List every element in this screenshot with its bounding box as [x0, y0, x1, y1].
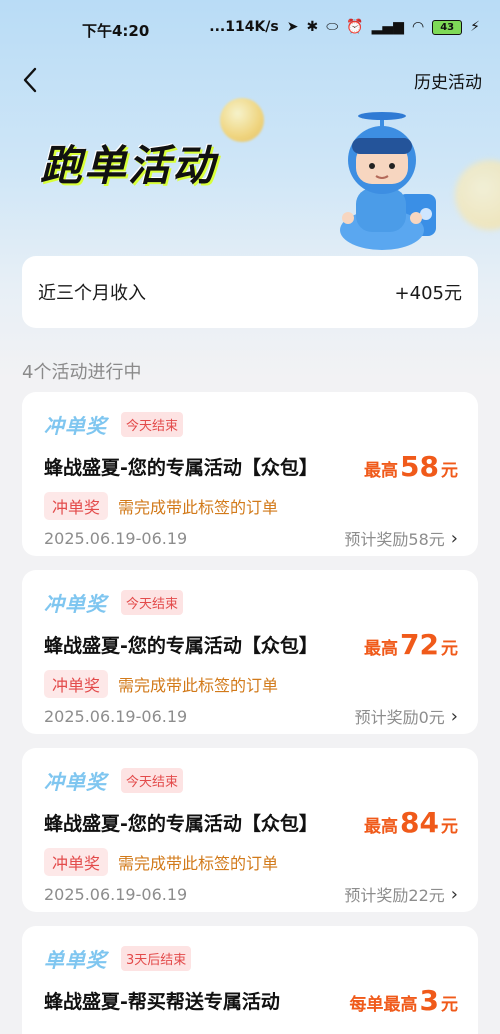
estimate-text: 预计奖励58元	[344, 530, 445, 549]
requirement-text: 需完成带此标签的订单	[118, 854, 279, 873]
activity-title: 蜂战盛夏-您的专属活动【众包】	[44, 813, 318, 835]
reward-prefix: 每单最高	[349, 995, 418, 1015]
activity-title: 蜂战盛夏-您的专属活动【众包】	[44, 635, 318, 657]
order-tag: 冲单奖	[44, 492, 109, 520]
reward-amount: 最高 58 元	[364, 450, 458, 483]
estimate-link[interactable]: 预计奖励0元 ›	[355, 704, 458, 728]
requirement-text: 需完成带此标签的订单	[118, 676, 279, 695]
activity-type-label: 冲单奖	[44, 770, 107, 794]
reward-value: 72	[400, 628, 439, 661]
activity-title: 蜂战盛夏-您的专属活动【众包】	[44, 457, 318, 479]
location-icon: ➤	[286, 19, 299, 35]
network-speed: ...114K/s	[209, 19, 279, 35]
status-time: 下午4:20	[82, 22, 150, 40]
activity-type-label: 单单奖	[44, 948, 107, 972]
activity-title: 蜂战盛夏-帮买帮送专属活动	[44, 991, 280, 1013]
reward-value: 58	[400, 450, 439, 483]
estimate-text: 预计奖励22元	[344, 886, 445, 905]
activity-type-label: 冲单奖	[44, 414, 107, 438]
deadline-badge: 今天结束	[121, 768, 184, 793]
status-bar: 下午4:20 ...114K/s ➤ ✱ ⬭ ⏰ ▂▄▆ ◠ 43 ⚡	[0, 0, 500, 60]
date-range: 2025.06.19-06.19	[44, 528, 188, 548]
deadline-badge: 今天结束	[121, 412, 184, 437]
order-tag: 冲单奖	[44, 670, 109, 698]
reward-amount: 最高 72 元	[364, 628, 458, 661]
charging-icon: ⚡	[470, 19, 480, 35]
reward-prefix: 最高	[364, 461, 399, 481]
income-label: 近三个月收入	[38, 283, 146, 304]
signal-icon: ▂▄▆	[371, 19, 404, 35]
reward-prefix: 最高	[364, 639, 399, 659]
estimate-link[interactable]: 预计奖励58元 ›	[344, 526, 458, 550]
reward-amount: 最高 84 元	[364, 806, 458, 839]
reward-prefix: 最高	[364, 817, 399, 837]
chevron-right-icon: ›	[450, 527, 458, 549]
battery-icon: 43	[432, 19, 463, 35]
date-range: 2025.06.19-06.19	[44, 706, 188, 726]
history-activities-link[interactable]: 历史活动	[414, 68, 482, 93]
reward-unit: 元	[441, 995, 458, 1015]
activity-card[interactable]: 单单奖 3天后结束 蜂战盛夏-帮买帮送专属活动 每单最高 3 元	[22, 926, 478, 1034]
chevron-right-icon: ›	[450, 883, 458, 905]
status-icons: ...114K/s ➤ ✱ ⬭ ⏰ ▂▄▆ ◠ 43 ⚡	[209, 19, 480, 35]
requirement-text: 需完成带此标签的订单	[118, 498, 279, 517]
activity-card[interactable]: 冲单奖 今天结束 蜂战盛夏-您的专属活动【众包】 最高 84 元 冲单奖 需完成…	[22, 748, 478, 912]
estimate-text: 预计奖励0元	[354, 708, 445, 727]
deadline-badge: 今天结束	[121, 590, 184, 615]
order-tag: 冲单奖	[44, 848, 109, 876]
alarm-icon: ⏰	[346, 19, 364, 35]
deadline-badge: 3天后结束	[121, 946, 192, 971]
chevron-left-icon	[23, 67, 37, 93]
reward-amount: 每单最高 3 元	[350, 984, 458, 1017]
page-title: 跑单活动	[40, 141, 217, 190]
reward-unit: 元	[441, 461, 458, 481]
estimate-link[interactable]: 预计奖励22元 ›	[344, 882, 458, 906]
rider-mascot-icon	[340, 112, 436, 250]
toggle-icon: ⬭	[326, 19, 339, 35]
back-button[interactable]	[12, 62, 48, 98]
reward-value: 84	[400, 806, 439, 839]
reward-unit: 元	[441, 817, 458, 837]
income-summary-card: 近三个月收入 +405元	[22, 256, 478, 328]
chevron-right-icon: ›	[450, 705, 458, 727]
activity-type-label: 冲单奖	[44, 592, 107, 616]
bluetooth-icon: ✱	[306, 19, 319, 35]
reward-value: 3	[419, 984, 439, 1017]
date-range: 2025.06.19-06.19	[44, 884, 188, 904]
coin-decoration	[220, 98, 264, 142]
activity-card[interactable]: 冲单奖 今天结束 蜂战盛夏-您的专属活动【众包】 最高 58 元 冲单奖 需完成…	[22, 392, 478, 556]
reward-unit: 元	[441, 639, 458, 659]
active-count-title: 4个活动进行中	[22, 362, 142, 383]
income-value: +405元	[394, 283, 462, 304]
wifi-icon: ◠	[411, 19, 425, 35]
activity-card[interactable]: 冲单奖 今天结束 蜂战盛夏-您的专属活动【众包】 最高 72 元 冲单奖 需完成…	[22, 570, 478, 734]
